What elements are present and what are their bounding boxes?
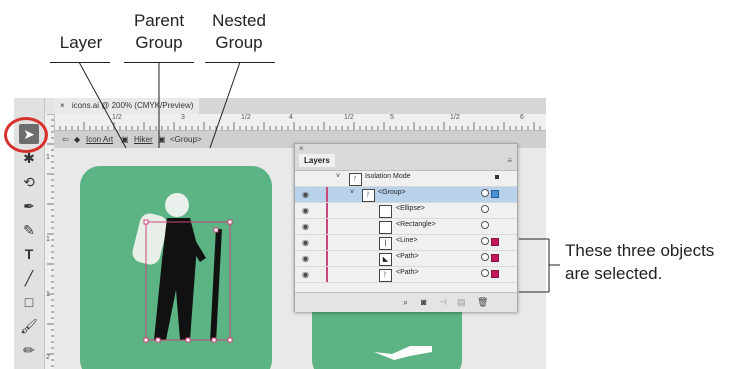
eye-icon[interactable]: ◉ (302, 254, 309, 263)
disclosure-triangle-icon[interactable]: ˅ (336, 173, 340, 180)
layer-icon: ᚨ (349, 173, 362, 186)
eye-icon[interactable]: ◉ (302, 270, 309, 279)
layer-color-bar (326, 203, 328, 218)
selection-indicator[interactable] (491, 254, 499, 262)
layer-name: <Path> (396, 253, 419, 260)
selection-indicator[interactable] (491, 270, 499, 278)
target-icon[interactable] (481, 221, 489, 229)
selection-indicator[interactable] (491, 190, 499, 198)
target-icon[interactable] (481, 205, 489, 213)
path-thumbnail-icon: ᚨ (379, 269, 392, 282)
eye-icon[interactable]: ◉ (302, 190, 309, 199)
disclosure-triangle-icon[interactable]: ˅ (350, 189, 354, 196)
layer-name: <Group> (378, 189, 406, 196)
layer-name: <Path> (396, 269, 419, 276)
layer-row-ellipse[interactable]: ◉ <Ellipse> (295, 203, 517, 219)
make-clipping-mask-icon[interactable]: ◙ (421, 297, 426, 307)
layer-name: <Ellipse> (396, 205, 425, 212)
target-icon[interactable] (481, 269, 489, 277)
panel-close-icon[interactable]: × (299, 144, 304, 153)
layers-panel-header: × Layers ≡ (295, 144, 517, 171)
eye-icon[interactable]: ◉ (302, 206, 309, 215)
layer-row-line[interactable]: ◉ | <Line> (295, 235, 517, 251)
layer-name: <Line> (396, 237, 418, 244)
path-thumbnail-icon: ◣ (379, 253, 392, 266)
layer-color-bar (326, 267, 328, 282)
new-layer-icon[interactable]: ▤ (457, 297, 466, 308)
layers-panel: × Layers ≡ ˅ ᚨ Isolation Mode ◉ ˅ ᚨ <Gro… (294, 143, 518, 312)
layer-color-bar (326, 187, 328, 202)
group-thumbnail-icon: ᚨ (362, 189, 375, 202)
selection-indicator[interactable] (491, 238, 499, 246)
trash-icon[interactable]: 🗑 (477, 297, 488, 308)
layer-color-bar (326, 235, 328, 250)
target-icon[interactable] (481, 189, 489, 197)
line-thumbnail-icon: | (379, 237, 392, 250)
layer-row-path[interactable]: ◉ ᚨ <Path> (295, 267, 517, 283)
search-icon[interactable]: ⌕ (403, 297, 408, 308)
rectangle-thumbnail-icon (379, 221, 392, 234)
layer-name: Isolation Mode (365, 173, 411, 180)
panel-menu-icon[interactable]: ≡ (507, 156, 512, 165)
tab-layers[interactable]: Layers (299, 154, 335, 167)
layer-row-rectangle[interactable]: ◉ <Rectangle> (295, 219, 517, 235)
selected-objects-note: These three objects are selected. (565, 241, 715, 283)
layers-panel-footer: ⌕ ◙ ⊣ ▤ 🗑 (295, 292, 517, 312)
target-icon[interactable] (481, 237, 489, 245)
selection-tool-highlight (4, 117, 48, 153)
target-icon[interactable] (481, 253, 489, 261)
layer-row-group[interactable]: ◉ ˅ ᚨ <Group> (295, 187, 517, 203)
layer-row-path[interactable]: ◉ ◣ <Path> (295, 251, 517, 267)
new-sublayer-icon[interactable]: ⊣ (439, 297, 447, 308)
eye-icon[interactable]: ◉ (302, 222, 309, 231)
layer-row-isolation-mode[interactable]: ˅ ᚨ Isolation Mode (295, 171, 517, 187)
eye-icon[interactable]: ◉ (302, 238, 309, 247)
layer-color-bar (326, 251, 328, 266)
layer-color-bar (326, 219, 328, 234)
selection-indicator[interactable] (495, 175, 499, 179)
ellipse-thumbnail-icon (379, 205, 392, 218)
layer-name: <Rectangle> (396, 221, 436, 228)
